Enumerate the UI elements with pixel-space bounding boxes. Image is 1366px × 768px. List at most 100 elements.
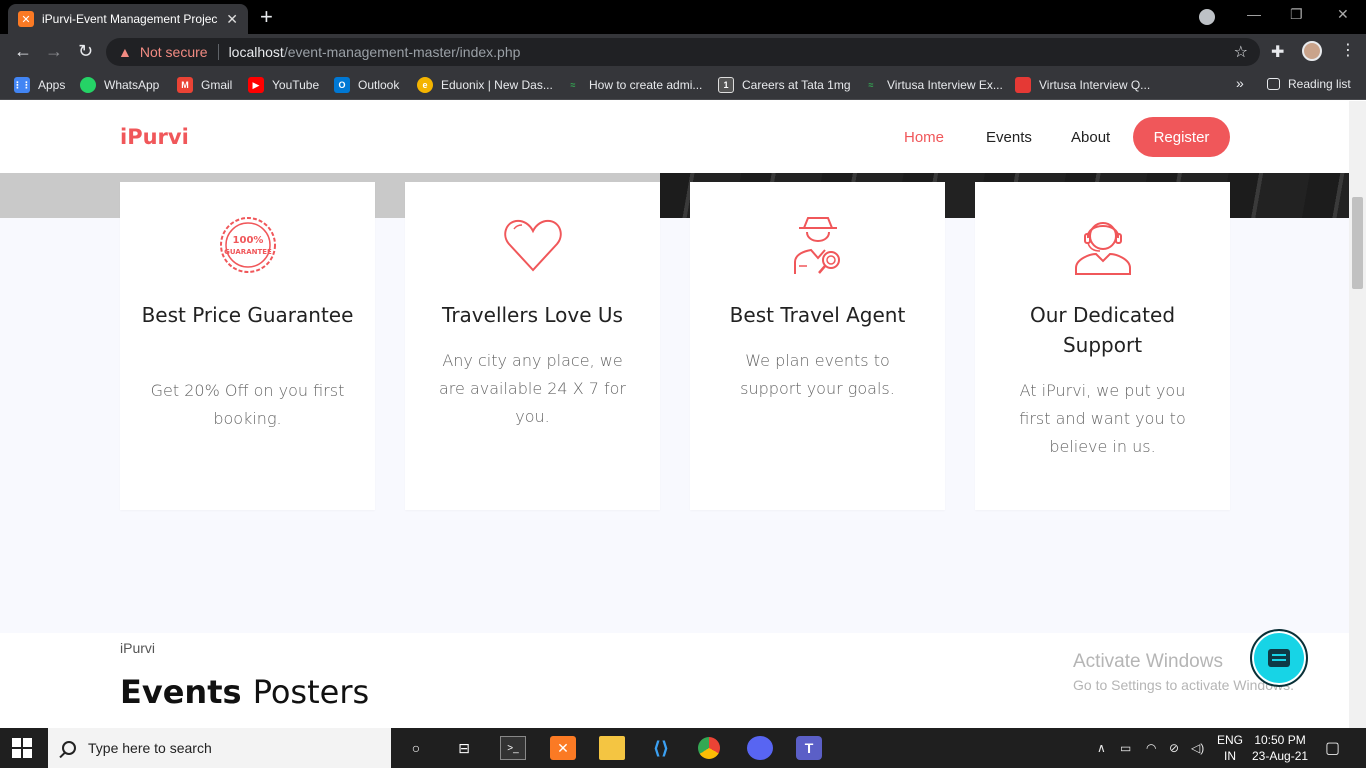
nav-about[interactable]: About (1071, 129, 1110, 146)
bookmarks-bar: ⋮⋮ Apps WhatsApp M Gmail ▶ YouTube O Outlook… (0, 70, 1366, 100)
section-title-rest: Posters (252, 673, 370, 711)
badge-line1: 100% (233, 235, 264, 246)
page-viewport: iPurvi Home Events About Register 100% G… (0, 101, 1349, 728)
feature-text: Get 20% Off on you first booking. (150, 381, 345, 428)
battery-icon[interactable]: ▭ (1120, 741, 1131, 755)
browser-tab[interactable]: ✕ iPurvi-Event Management Project ✕ (8, 4, 248, 34)
chat-message-icon (1268, 649, 1290, 667)
url-path: /event-management-master/index.php (283, 44, 521, 60)
heart-icon (504, 219, 562, 272)
bookmark-label: Eduonix | New Das... (441, 78, 553, 92)
browser-toolbar: ← → ↻ ▲ Not secure localhost /event-mana… (0, 34, 1366, 70)
windows-start-icon[interactable] (12, 738, 32, 758)
omnibox-divider (217, 44, 219, 60)
feature-title: Best Price Guarantee (141, 303, 354, 327)
minimize-icon[interactable]: ― (1247, 6, 1261, 22)
tata1mg-icon: 1 (718, 77, 734, 93)
feature-card: Best Travel Agent We plan events to supp… (690, 182, 945, 510)
address-bar[interactable]: ▲ Not secure localhost /event-management… (106, 38, 1260, 66)
apps-grid-icon: ⋮⋮ (13, 77, 31, 93)
link-icon: ≈ (570, 80, 576, 90)
vscode-icon[interactable]: ⟨⟩ (648, 736, 674, 760)
bookmark-label: Virtusa Interview Ex... (887, 78, 1003, 92)
wifi-icon[interactable]: ◠ (1146, 741, 1156, 755)
security-status[interactable]: Not secure (140, 44, 208, 60)
forward-arrow-icon[interactable]: → (45, 42, 63, 60)
bookmark-star-icon[interactable]: ☆ (1234, 42, 1248, 62)
bookmark-gmail[interactable]: M Gmail (177, 77, 232, 93)
register-button[interactable]: Register (1133, 117, 1230, 157)
task-view-icon[interactable]: ⊟ (451, 736, 477, 760)
tab-search-icon[interactable] (1199, 9, 1215, 25)
network-icon[interactable]: ⊘ (1169, 741, 1179, 755)
nav-home[interactable]: Home (904, 129, 944, 146)
bookmark-eduonix[interactable]: e Eduonix | New Das... (417, 77, 553, 93)
bookmark-virtusa-q[interactable]: Virtusa Interview Q... (1015, 77, 1150, 93)
reading-list-label: Reading list (1288, 77, 1351, 91)
taskbar-clock[interactable]: 10:50 PM 23-Aug-21 (1252, 732, 1308, 764)
feature-card: Travellers Love Us Any city any place, w… (405, 182, 660, 510)
chat-button[interactable] (1250, 629, 1308, 687)
bookmark-outlook[interactable]: O Outlook (334, 77, 399, 93)
nav-events[interactable]: Events (986, 129, 1032, 146)
teams-icon[interactable]: T (796, 736, 822, 760)
bookmark-youtube[interactable]: ▶ YouTube (248, 77, 319, 93)
restore-icon[interactable]: ❐ (1290, 6, 1303, 23)
reload-icon[interactable]: ↻ (78, 42, 93, 60)
back-arrow-icon[interactable]: ← (14, 42, 32, 60)
section-title: Events Posters (120, 673, 369, 711)
bookmark-whatsapp[interactable]: WhatsApp (80, 77, 159, 93)
discord-icon[interactable] (747, 736, 773, 760)
feature-text: We plan events to support your goals. (740, 351, 895, 398)
feature-title: Travellers Love Us (442, 303, 623, 327)
taskbar-search[interactable]: Type here to search (48, 728, 391, 768)
url-host: localhost (228, 44, 284, 60)
tab-title: iPurvi-Event Management Project (42, 12, 217, 26)
language-indicator[interactable]: ENG IN (1217, 732, 1243, 764)
clock-date: 23-Aug-21 (1252, 749, 1309, 763)
browser-tab-bar: ✕ iPurvi-Event Management Project ✕ + ― … (0, 0, 1366, 34)
xampp-icon[interactable]: ✕ (550, 736, 576, 760)
cortana-icon[interactable]: ○ (403, 736, 429, 760)
more-bookmarks-button[interactable]: » (1236, 75, 1244, 91)
close-window-icon[interactable]: ✕ (1337, 6, 1349, 23)
chrome-menu-icon[interactable]: ⋮ (1340, 40, 1356, 60)
bookmark-label: WhatsApp (104, 78, 160, 92)
section-subtitle: iPurvi (120, 640, 156, 656)
windows-taskbar: Type here to search ○ ⊟ >_ ✕ ⟨⟩ T ∧ ▭ ◠ … (0, 728, 1366, 768)
support-headset-icon (1075, 222, 1131, 275)
file-explorer-icon[interactable] (599, 736, 625, 760)
link-icon: ≈ (868, 80, 874, 90)
tray-chevron-icon[interactable]: ∧ (1097, 741, 1106, 755)
youtube-icon: ▶ (248, 77, 264, 93)
chrome-icon[interactable] (698, 737, 720, 759)
feature-title: Our Dedicated Support (1029, 303, 1176, 357)
bookmark-label: YouTube (272, 78, 320, 92)
bookmark-how-to-create[interactable]: ≈ How to create admi... (565, 77, 703, 93)
virtusa-icon (1015, 77, 1031, 93)
bookmark-label: Apps (38, 78, 66, 92)
bookmark-label: How to create admi... (589, 78, 703, 92)
site-header: iPurvi Home Events About Register (0, 101, 1349, 173)
site-logo[interactable]: iPurvi (120, 125, 189, 149)
profile-avatar[interactable] (1302, 41, 1322, 61)
bookmark-virtusa-ex[interactable]: ≈ Virtusa Interview Ex... (863, 77, 1003, 93)
new-tab-button[interactable]: + (260, 6, 273, 28)
reading-list-button[interactable]: Reading list (1267, 77, 1351, 91)
extensions-puzzle-icon[interactable]: ✚ (1271, 42, 1284, 62)
bookmark-label: Gmail (201, 78, 233, 92)
badge-line2: GUARANTEE (224, 248, 272, 256)
bookmark-apps[interactable]: ⋮⋮ Apps (13, 77, 66, 93)
warning-triangle-icon: ▲ (118, 44, 132, 60)
xampp-favicon-icon: ✕ (18, 11, 34, 27)
page-scrollbar[interactable] (1349, 101, 1366, 728)
notifications-icon[interactable]: ▢ (1325, 738, 1340, 758)
language-code: ENG (1217, 733, 1244, 747)
feature-title: Best Travel Agent (729, 303, 906, 327)
terminal-icon[interactable]: >_ (500, 736, 526, 760)
tab-close-button[interactable]: ✕ (226, 11, 238, 28)
scrollbar-thumb[interactable] (1352, 197, 1363, 289)
gmail-icon: M (177, 77, 193, 93)
volume-icon[interactable]: ◁) (1191, 741, 1204, 755)
bookmark-tata1mg[interactable]: 1 Careers at Tata 1mg (718, 77, 851, 93)
